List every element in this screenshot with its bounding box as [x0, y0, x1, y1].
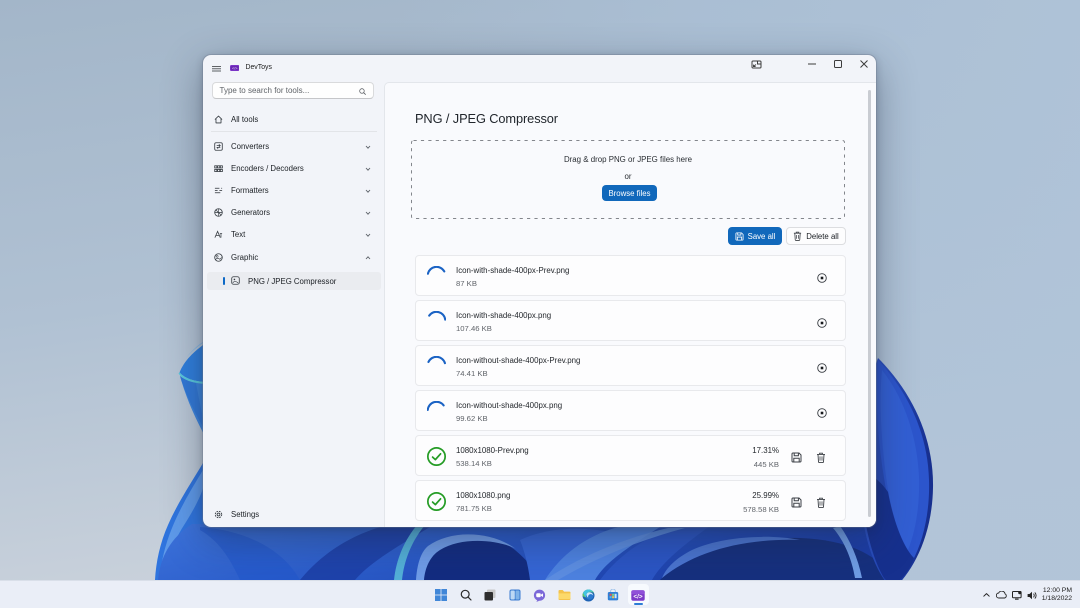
svg-text:</>: </> [633, 593, 643, 600]
svg-text:</>: </> [232, 67, 238, 71]
